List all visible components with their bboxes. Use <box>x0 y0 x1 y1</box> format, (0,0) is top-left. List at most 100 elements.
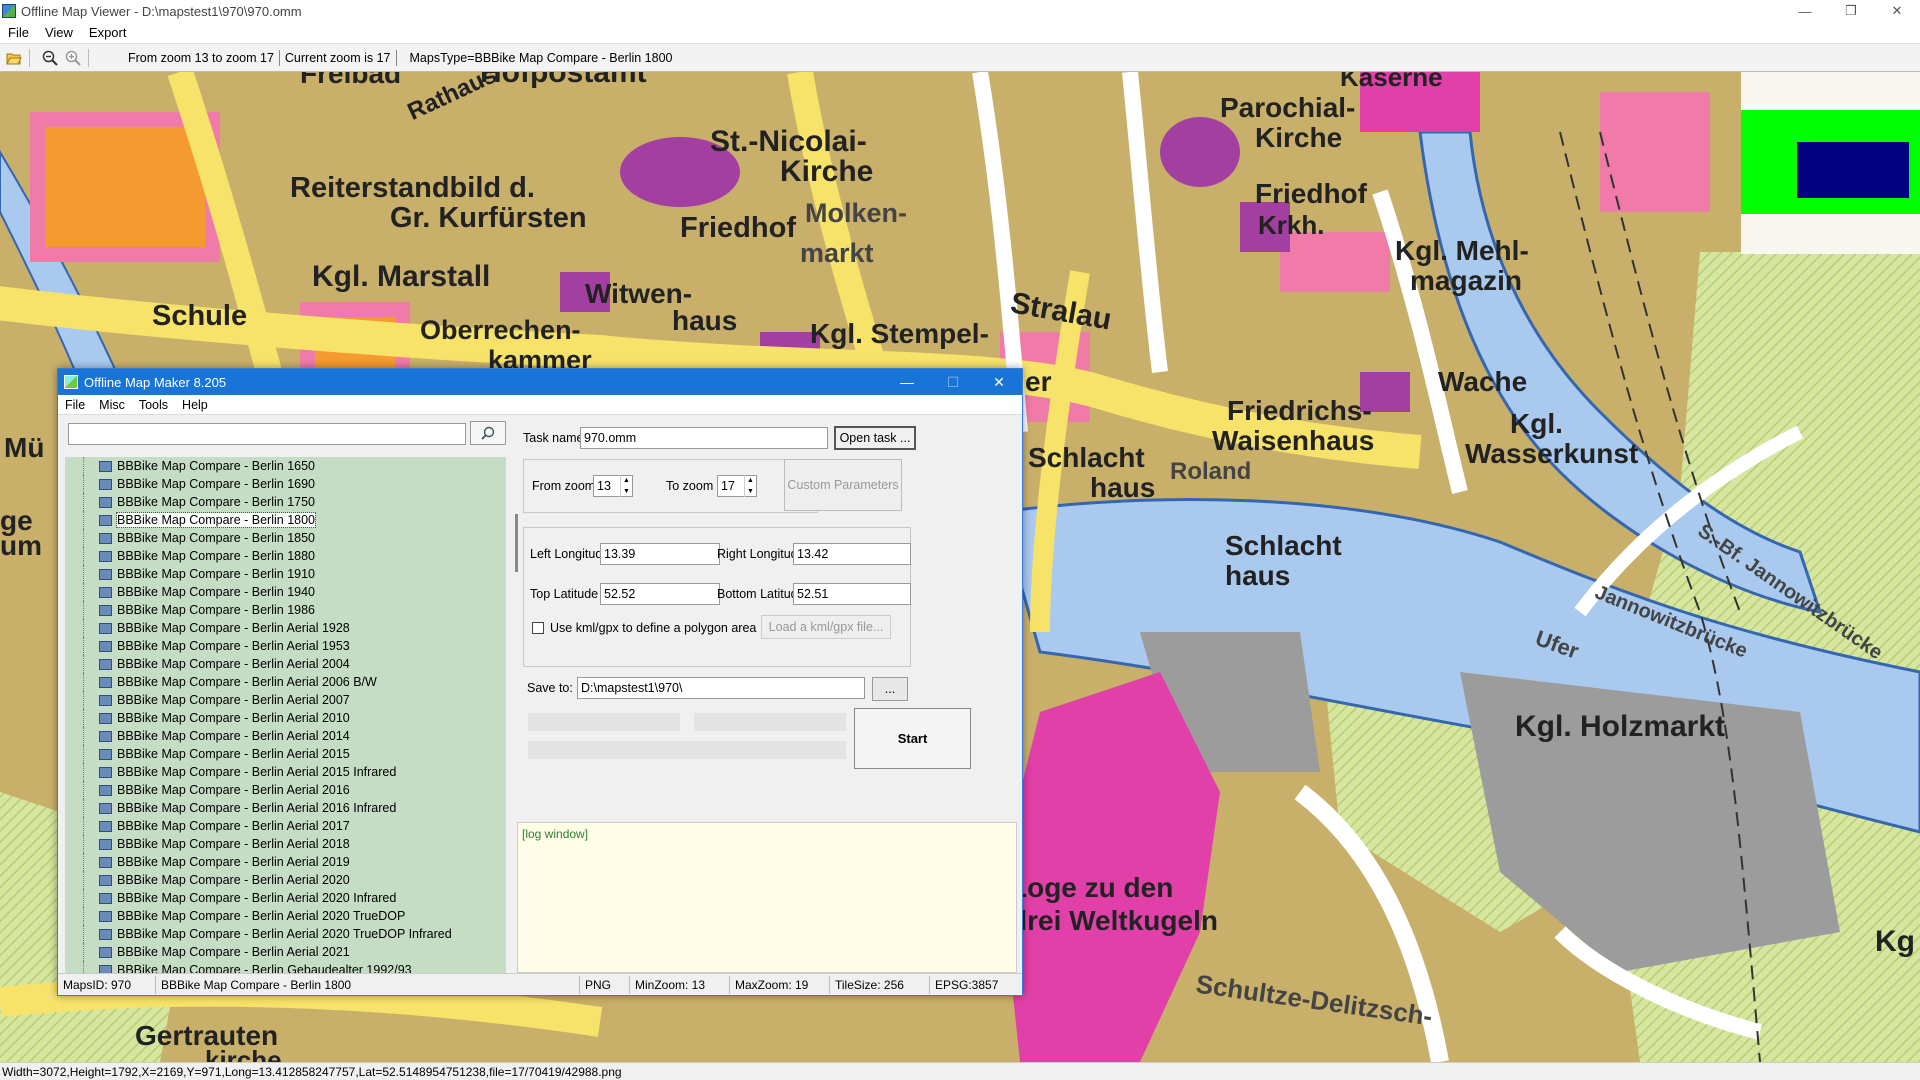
from-zoom-stepper[interactable]: ▲ ▼ <box>620 475 632 497</box>
log-window[interactable]: [log window] <box>517 822 1017 973</box>
dialog-close-button[interactable]: ✕ <box>976 369 1022 395</box>
tree-item[interactable]: BBBike Map Compare - Berlin Aerial 2016 … <box>65 799 506 817</box>
map-label: haus <box>672 305 738 336</box>
tree-item-label: BBBike Map Compare - Berlin Aerial 2006 … <box>117 675 377 689</box>
search-button[interactable] <box>470 421 506 445</box>
use-kml-checkbox[interactable] <box>532 622 544 634</box>
tree-item[interactable]: BBBike Map Compare - Berlin Aerial 2015 … <box>65 763 506 781</box>
tree-item[interactable]: BBBike Map Compare - Berlin Aerial 2020 … <box>65 925 506 943</box>
tree-item[interactable]: BBBike Map Compare - Berlin Aerial 2017 <box>65 817 506 835</box>
tree-item[interactable]: BBBike Map Compare - Berlin Aerial 2021 <box>65 943 506 961</box>
zoom-in-icon[interactable] <box>64 49 82 67</box>
to-zoom-stepper[interactable]: ▲ ▼ <box>744 475 756 497</box>
tree-item[interactable]: BBBike Map Compare - Berlin Aerial 2020 <box>65 871 506 889</box>
log-text: [log window] <box>522 827 589 841</box>
tree-item[interactable]: BBBike Map Compare - Berlin Aerial 1928 <box>65 619 506 637</box>
tree-item[interactable]: BBBike Map Compare - Berlin 1800 <box>65 511 506 529</box>
tree-item[interactable]: BBBike Map Compare - Berlin 1910 <box>65 565 506 583</box>
overview-viewport-rect[interactable] <box>1797 142 1909 198</box>
dialog-status-bar: MapsID: 970 BBBike Map Compare - Berlin … <box>58 973 1022 995</box>
tree-item[interactable]: BBBike Map Compare - Berlin 1986 <box>65 601 506 619</box>
bottom-latitude-input[interactable]: 52.51 <box>793 583 911 605</box>
menu-export[interactable]: Export <box>81 25 135 40</box>
start-button[interactable]: Start <box>854 708 971 769</box>
tree-item[interactable]: BBBike Map Compare - Berlin Gebaudealter… <box>65 961 506 973</box>
map-icon <box>99 622 112 634</box>
tree-item-label: BBBike Map Compare - Berlin Aerial 2010 <box>117 711 350 725</box>
menu-file[interactable]: File <box>0 25 37 40</box>
menu-view[interactable]: View <box>37 25 81 40</box>
right-longitude-input[interactable]: 13.42 <box>793 543 911 565</box>
top-latitude-input[interactable]: 52.52 <box>600 583 720 605</box>
map-icon <box>99 892 112 904</box>
tree-item[interactable]: BBBike Map Compare - Berlin Aerial 2019 <box>65 853 506 871</box>
top-latitude-label: Top Latitude <box>530 587 599 601</box>
status-map-name: BBBike Map Compare - Berlin 1800 <box>156 975 580 994</box>
task-settings-pane: Task name 970.omm Open task ... From zoo… <box>514 417 1022 973</box>
map-source-tree[interactable]: BBBike Map Compare - Berlin 1650 BBBike M… <box>65 457 506 973</box>
map-icon <box>99 658 112 670</box>
map-icon <box>99 496 112 508</box>
tree-item[interactable]: BBBike Map Compare - Berlin 1880 <box>65 547 506 565</box>
tree-item[interactable]: BBBike Map Compare - Berlin Aerial 2016 <box>65 781 506 799</box>
tree-item-label: BBBike Map Compare - Berlin Aerial 2020 <box>117 873 350 887</box>
dialog-menu-file[interactable]: File <box>58 398 92 412</box>
overview-minimap[interactable] <box>1741 72 1920 254</box>
tree-item[interactable]: BBBike Map Compare - Berlin Aerial 2020 … <box>65 889 506 907</box>
search-input[interactable] <box>68 423 466 445</box>
tree-item[interactable]: BBBike Map Compare - Berlin Aerial 2020 … <box>65 907 506 925</box>
map-icon <box>99 802 112 814</box>
tree-item[interactable]: BBBike Map Compare - Berlin Aerial 2015 <box>65 745 506 763</box>
load-kml-button[interactable]: Load a kml/gpx file... <box>761 615 891 639</box>
minimize-button[interactable]: — <box>1782 0 1828 22</box>
tree-item[interactable]: BBBike Map Compare - Berlin Aerial 2004 <box>65 655 506 673</box>
tree-item[interactable]: BBBike Map Compare - Berlin Aerial 2018 <box>65 835 506 853</box>
folder-open-icon[interactable] <box>5 49 23 67</box>
left-longitude-input[interactable]: 13.39 <box>600 543 720 565</box>
app-icon <box>2 4 16 18</box>
current-zoom-text: Current zoom is 17 <box>284 50 391 65</box>
right-longitude-label: Right Longitude <box>717 547 805 561</box>
tree-item-label: BBBike Map Compare - Berlin Aerial 1928 <box>117 621 350 635</box>
browse-button[interactable]: ... <box>872 677 908 701</box>
toolbar-separator <box>29 48 30 67</box>
maximize-button[interactable]: ❐ <box>1828 0 1874 22</box>
task-name-input[interactable]: 970.omm <box>580 427 828 449</box>
map-label: Witwen- <box>585 278 693 309</box>
map-label: Kg <box>1875 925 1915 958</box>
zoom-out-icon[interactable] <box>41 49 59 67</box>
dialog-menu-tools[interactable]: Tools <box>132 398 175 412</box>
dialog-minimize-button[interactable]: — <box>884 369 930 395</box>
tree-item-label: BBBike Map Compare - Berlin 1800 <box>115 512 317 528</box>
tree-item[interactable]: BBBike Map Compare - Berlin Aerial 2010 <box>65 709 506 727</box>
tree-item[interactable]: BBBike Map Compare - Berlin 1940 <box>65 583 506 601</box>
tree-item-label: BBBike Map Compare - Berlin 1690 <box>117 477 316 491</box>
dialog-menu-help[interactable]: Help <box>175 398 215 412</box>
dialog-menu-misc[interactable]: Misc <box>92 398 132 412</box>
map-label: Kgl. <box>1510 408 1563 439</box>
open-task-button[interactable]: Open task ... <box>834 426 916 450</box>
map-label: um <box>0 530 42 561</box>
tree-item[interactable]: BBBike Map Compare - Berlin 1690 <box>65 475 506 493</box>
map-label: drei Weltkugeln <box>1010 905 1218 936</box>
tree-item[interactable]: BBBike Map Compare - Berlin Aerial 2014 <box>65 727 506 745</box>
tree-item[interactable]: BBBike Map Compare - Berlin Aerial 1953 <box>65 637 506 655</box>
save-to-input[interactable]: D:\mapstest1\970\ <box>577 677 865 699</box>
map-label: Waisenhaus <box>1212 425 1375 456</box>
tree-item[interactable]: BBBike Map Compare - Berlin Aerial 2006 … <box>65 673 506 691</box>
tree-item-label: BBBike Map Compare - Berlin Aerial 1953 <box>117 639 350 653</box>
tree-item[interactable]: BBBike Map Compare - Berlin 1650 <box>65 457 506 475</box>
dialog-title: Offline Map Maker 8.205 <box>84 374 227 390</box>
map-label: er <box>1025 366 1052 397</box>
tree-item[interactable]: BBBike Map Compare - Berlin 1850 <box>65 529 506 547</box>
tree-item[interactable]: BBBike Map Compare - Berlin 1750 <box>65 493 506 511</box>
map-icon <box>99 946 112 958</box>
close-button[interactable]: ✕ <box>1874 0 1920 22</box>
custom-parameters-button[interactable]: Custom Parameters <box>784 459 902 511</box>
tree-item-label: BBBike Map Compare - Berlin Aerial 2007 <box>117 693 350 707</box>
tree-item[interactable]: BBBike Map Compare - Berlin Aerial 2007 <box>65 691 506 709</box>
tree-item-label: BBBike Map Compare - Berlin Aerial 2016 … <box>117 801 397 815</box>
map-label: Friedrichs- <box>1227 395 1372 426</box>
map-label: Gr. Kurfürsten <box>390 202 587 234</box>
dialog-maximize-button[interactable]: ☐ <box>930 369 976 395</box>
